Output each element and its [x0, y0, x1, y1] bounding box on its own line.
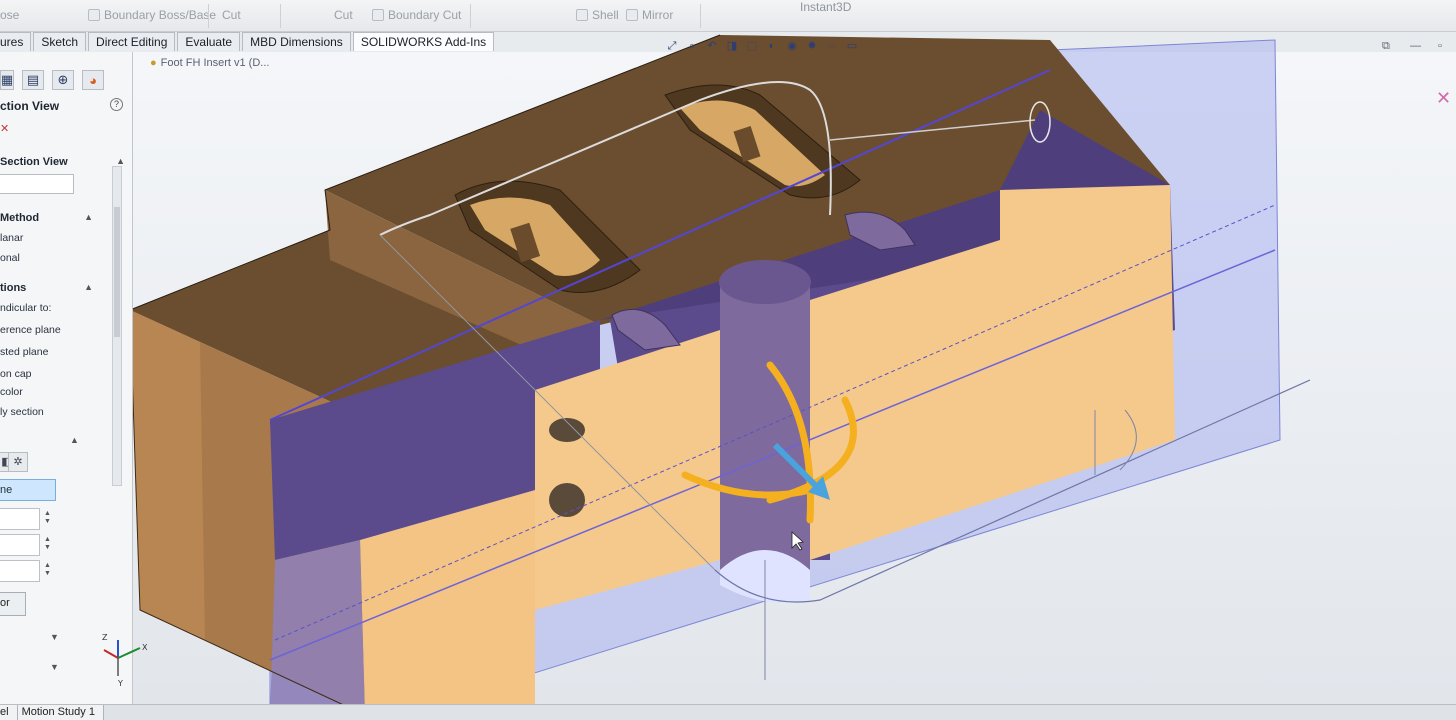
property-manager-icon[interactable]: ▤ [22, 70, 44, 90]
chevron-up-icon: ▲ [84, 212, 93, 222]
confirmation-corner-cancel-icon[interactable]: ✕ [1436, 88, 1451, 109]
hide-show-icon[interactable]: ◉ [785, 39, 799, 53]
spin-arrows-icon[interactable]: ▲ ▼ [44, 536, 51, 552]
svg-text:Y: Y [117, 679, 123, 688]
group-section-view[interactable]: Section View ▲ [0, 156, 125, 168]
option-reference-plane[interactable]: erence plane [0, 324, 61, 336]
help-icon[interactable]: ? [110, 98, 123, 111]
spin-arrows-icon[interactable]: ▲ ▼ [44, 510, 51, 526]
group-method[interactable]: Method ▲ [0, 212, 125, 224]
display-manager-icon[interactable]: ◕ [82, 70, 104, 90]
expand-icon[interactable]: ▫ [1438, 40, 1442, 52]
scroll-thumb[interactable] [114, 207, 120, 337]
option-section-cap[interactable]: on cap [0, 368, 32, 380]
page-title: ction View [0, 99, 60, 113]
chevron-up-icon[interactable]: ▲ [70, 435, 132, 445]
zoom-area-icon[interactable]: ⌕ [685, 39, 699, 53]
option-perpendicular-to[interactable]: ndicular to: [0, 302, 51, 314]
display-style-icon[interactable]: ◐ [765, 39, 779, 53]
edit-appearance-icon[interactable]: ✸ [805, 39, 819, 53]
option-color[interactable]: color [0, 386, 23, 398]
option-offset-plane[interactable]: sted plane [0, 346, 48, 358]
bottom-tabs: el Motion Study 1 [0, 704, 1456, 720]
cancel-icon[interactable]: ✕ [0, 122, 9, 135]
section-list-box[interactable] [0, 174, 74, 194]
svg-text:Z: Z [102, 633, 108, 642]
zoom-to-fit-icon[interactable]: ⤢ [665, 39, 679, 53]
hole-lower [549, 483, 585, 517]
option-apply-section[interactable]: ly section [0, 406, 44, 418]
configuration-manager-icon[interactable]: ⊕ [52, 70, 74, 90]
lower-block-left-shade [130, 310, 205, 640]
view-orientation-icon[interactable]: ⬚ [745, 39, 759, 53]
property-manager: ▦ ▤ ⊕ ◕ ction View ? ✕ Section View ▲ Me… [0, 52, 133, 704]
view-settings-icon[interactable]: ▭ [845, 39, 859, 53]
feature-manager-icon[interactable]: ▦ [0, 70, 14, 90]
minimize-icon[interactable]: — [1410, 40, 1421, 52]
part-icon: ● [150, 57, 157, 69]
tab-motion-study-1[interactable]: Motion Study 1 [17, 705, 104, 720]
chevron-up-icon: ▲ [84, 282, 93, 292]
tab-model[interactable]: el [0, 705, 18, 720]
heads-up-toolbar: ⤢ ⌕ ↶ ◨ ⬚ ◐ ◉ ✸ ◌ ▭ [665, 36, 859, 56]
spin-arrows-icon[interactable]: ▲ ▼ [44, 562, 51, 578]
settings-gear-icon[interactable]: ✲ [8, 452, 28, 472]
restore-icon[interactable]: ⧉ [1382, 40, 1390, 53]
method-planar[interactable]: lanar [0, 232, 23, 244]
selected-entity-field[interactable]: ne [0, 479, 56, 501]
bore-top [719, 260, 811, 304]
group-options[interactable]: tions ▲ [0, 282, 125, 294]
previous-view-icon[interactable]: ↶ [705, 39, 719, 53]
bore-cylinder [720, 280, 810, 570]
method-zonal[interactable]: onal [0, 252, 20, 264]
svg-text:X: X [142, 643, 148, 652]
apply-scene-icon[interactable]: ◌ [825, 39, 839, 53]
reference-triad: Z X Y [102, 633, 148, 688]
rotation-x-field[interactable] [0, 534, 40, 556]
chevron-up-icon: ▲ [116, 156, 125, 166]
manager-tabs: ▦ ▤ ⊕ ◕ [0, 70, 112, 92]
section-view-icon[interactable]: ◨ [725, 39, 739, 53]
edit-color-button[interactable]: or [0, 592, 26, 616]
offset-distance-field[interactable] [0, 508, 40, 530]
rotation-y-field[interactable] [0, 560, 40, 582]
breadcrumb[interactable]: ● Foot FH Insert v1 (D... [150, 57, 269, 69]
model-view[interactable] [0, 0, 1456, 720]
